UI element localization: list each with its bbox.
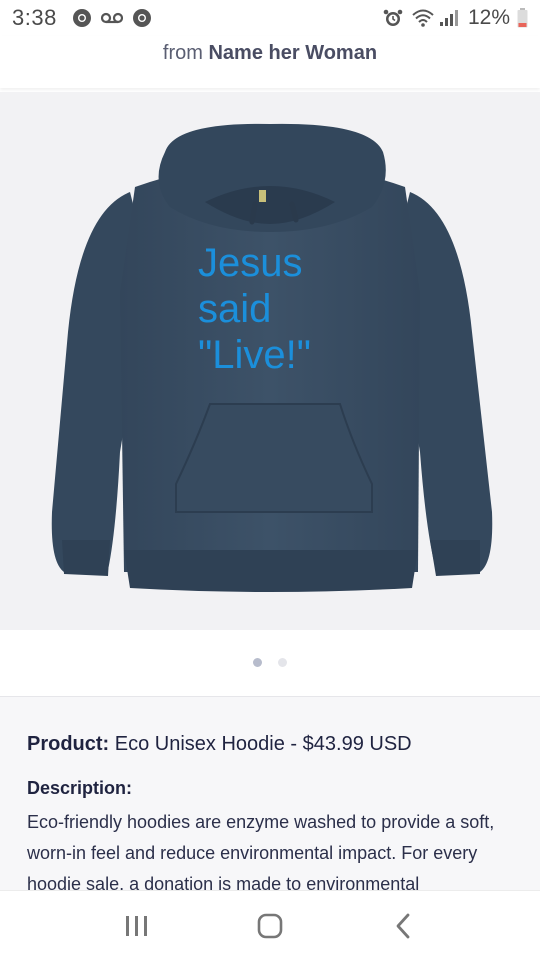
back-icon bbox=[396, 913, 410, 938]
product-label: Product: bbox=[27, 733, 110, 755]
product-value: Eco Unisex Hoodie - $43.99 USD bbox=[114, 733, 412, 755]
battery-percent: 12% bbox=[467, 6, 510, 29]
signal-icon bbox=[438, 7, 460, 29]
system-nav-bar bbox=[0, 890, 540, 960]
shop-attribution: from Name her Woman bbox=[0, 36, 540, 88]
chrome-icon bbox=[71, 7, 93, 29]
print-line-2: said bbox=[198, 287, 272, 331]
print-line-3: "Live!" bbox=[198, 333, 311, 377]
description-text: Eco-friendly hoodies are enzyme washed t… bbox=[27, 812, 495, 890]
product-line: Product: Eco Unisex Hoodie - $43.99 USD bbox=[27, 733, 513, 756]
home-icon bbox=[257, 913, 283, 938]
voicemail-icon bbox=[100, 7, 123, 29]
description-label: Description: bbox=[27, 778, 133, 798]
product-details-card: Product: Eco Unisex Hoodie - $43.99 USD … bbox=[0, 696, 540, 890]
wifi-icon bbox=[412, 7, 434, 29]
print-line-1: Jesus bbox=[198, 241, 303, 285]
chrome-icon bbox=[131, 7, 153, 29]
status-time: 3:38 bbox=[12, 5, 57, 30]
alarm-icon bbox=[382, 7, 404, 29]
home-button[interactable] bbox=[240, 901, 300, 951]
battery-icon bbox=[516, 7, 528, 29]
recent-apps-button[interactable] bbox=[107, 901, 167, 951]
product-image[interactable]: Jesus said "Live!" bbox=[0, 92, 540, 630]
carousel-dot-1[interactable] bbox=[253, 658, 262, 667]
status-bar: 3:38 12% bbox=[0, 0, 540, 36]
shop-prefix: from bbox=[162, 42, 203, 64]
hoodie-print: Jesus said "Live!" bbox=[198, 240, 311, 378]
shop-name-link[interactable]: Name her Woman bbox=[208, 42, 377, 64]
recent-apps-icon bbox=[125, 915, 147, 936]
carousel-indicator bbox=[0, 658, 540, 667]
carousel-dot-2[interactable] bbox=[278, 658, 287, 667]
back-button[interactable] bbox=[373, 901, 433, 951]
